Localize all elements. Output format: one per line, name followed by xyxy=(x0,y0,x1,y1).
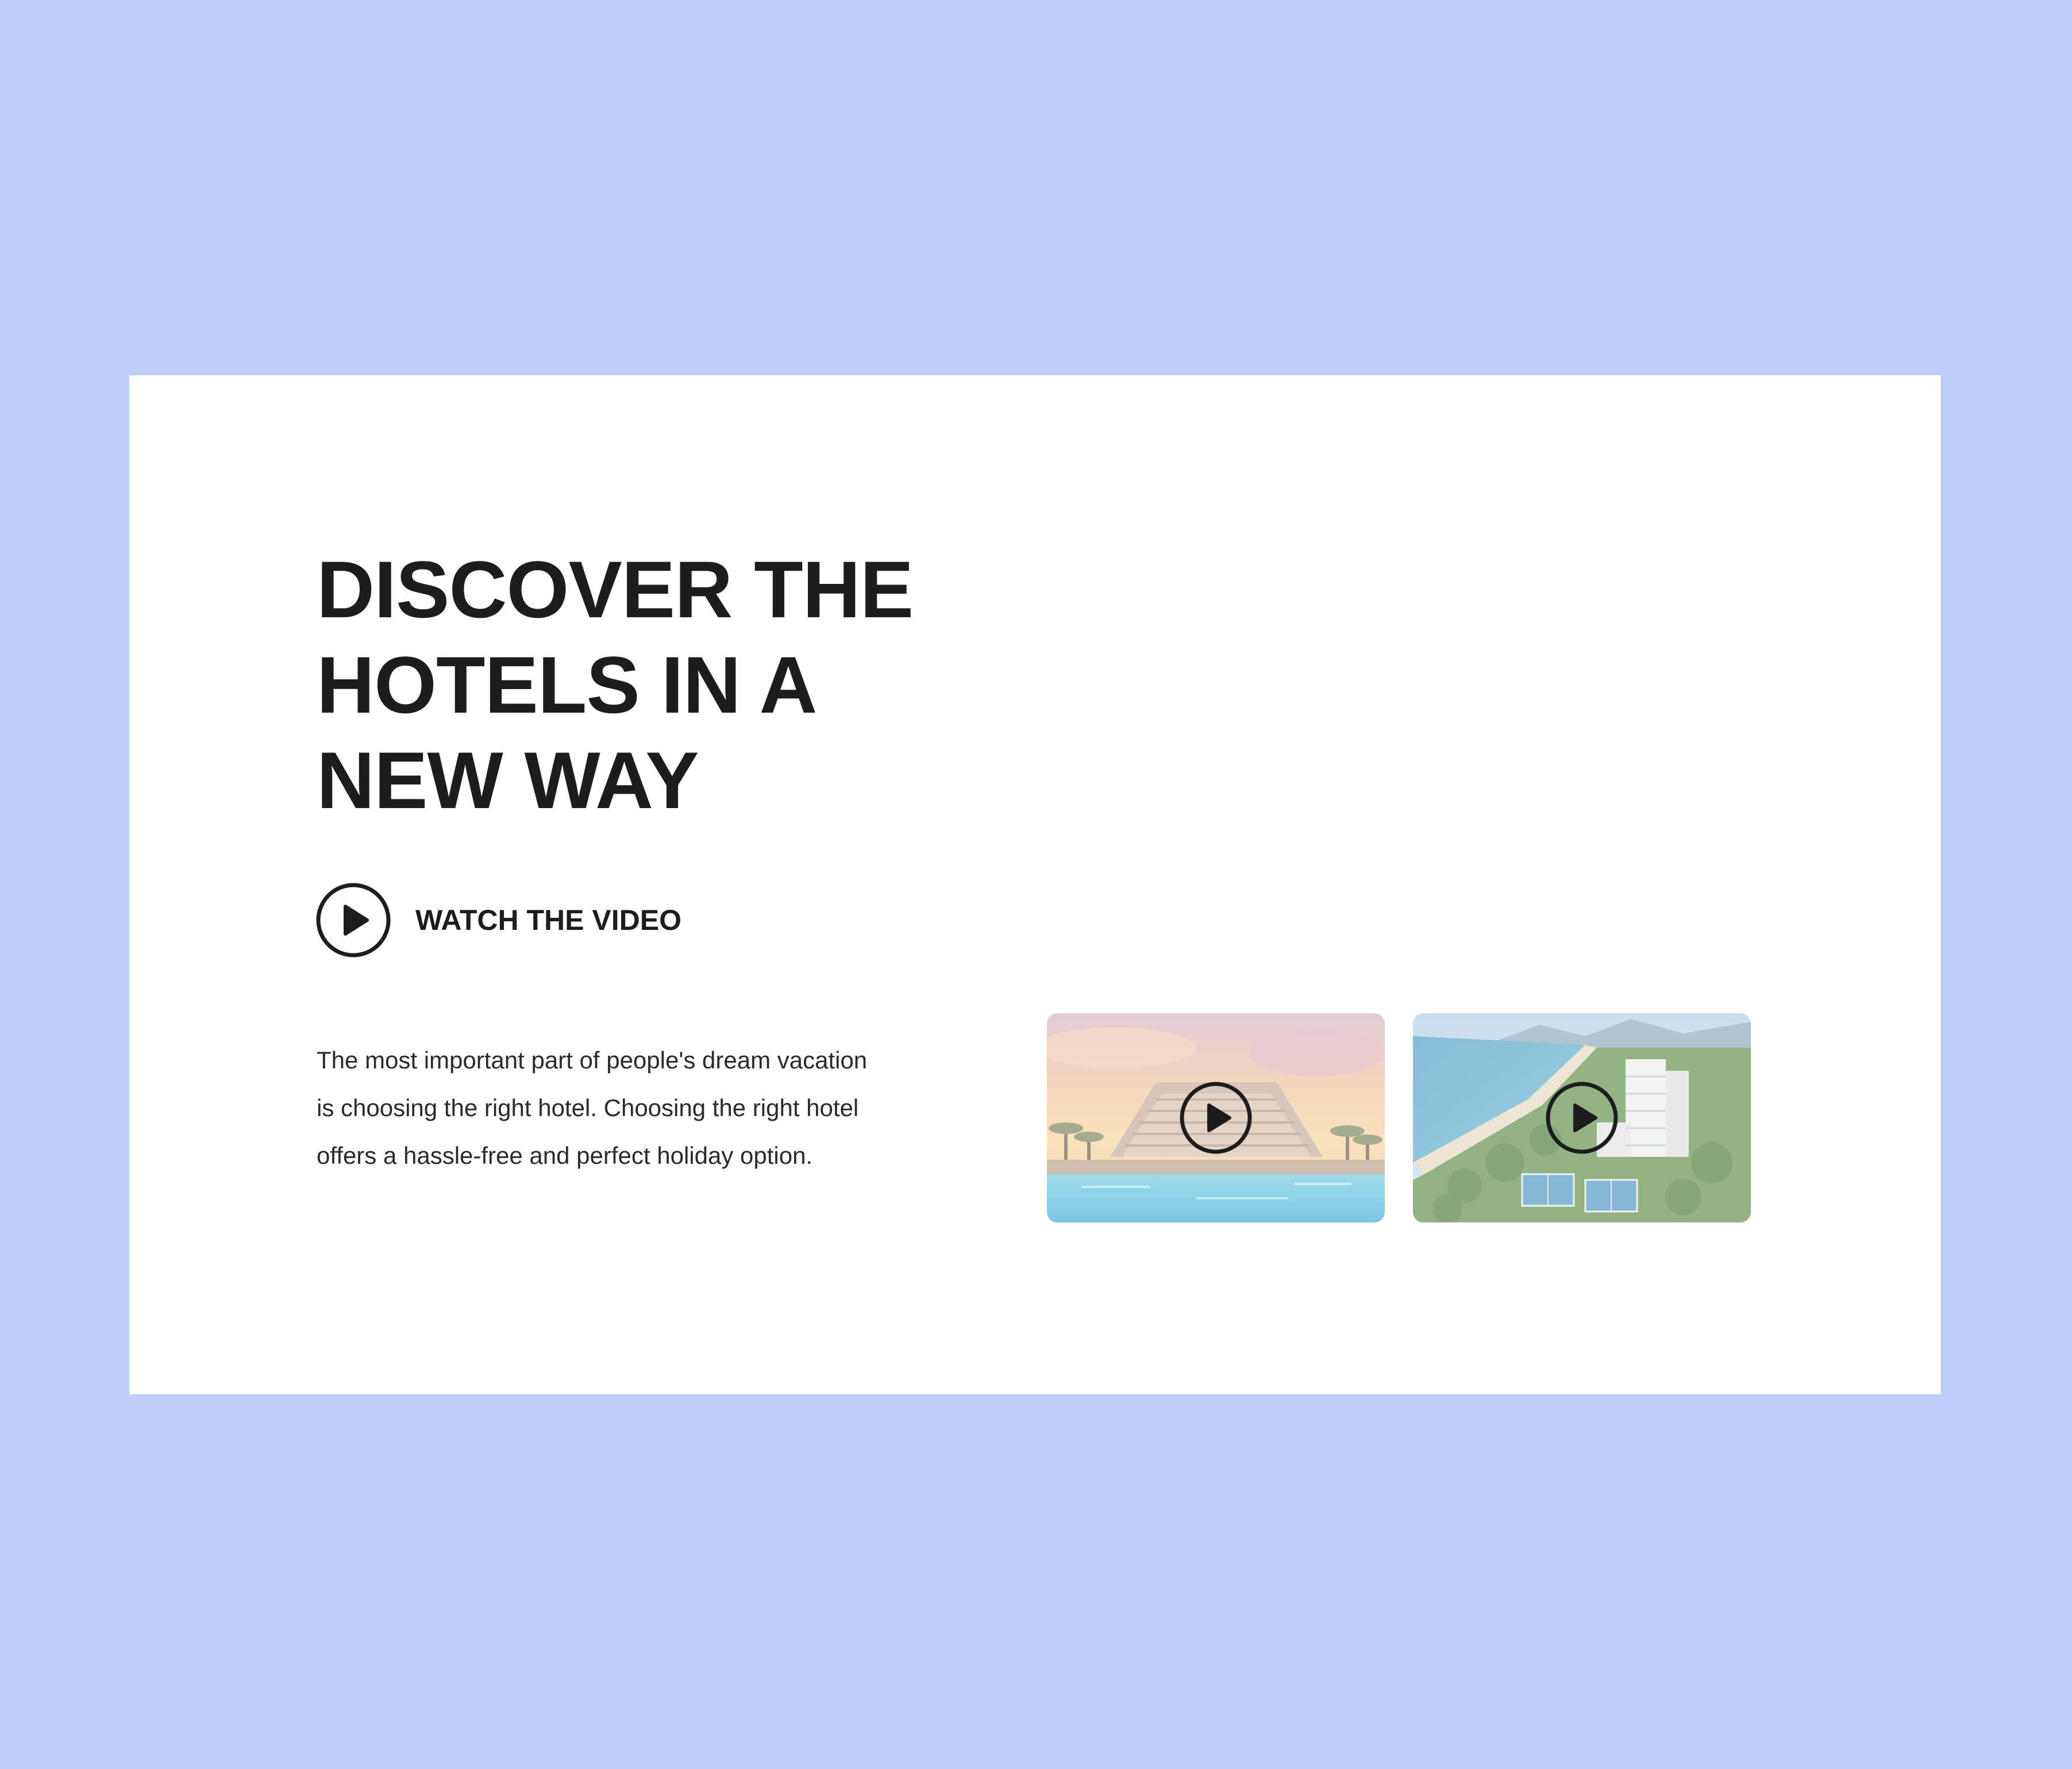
headline-line-1: DISCOVER THE xyxy=(317,544,914,634)
description-line-1: The most important part of people's drea… xyxy=(317,1047,868,1074)
video-thumbnail-resort[interactable] xyxy=(1047,1013,1385,1222)
headline-line-3: NEW WAY xyxy=(317,735,699,825)
play-icon[interactable] xyxy=(1179,1081,1253,1155)
hero-description: The most important part of people's drea… xyxy=(317,1036,949,1179)
video-thumbnail-beach-hotel[interactable] xyxy=(1413,1013,1751,1222)
play-circle-icon xyxy=(316,883,391,957)
description-line-3: offers a hassle-free and perfect holiday… xyxy=(317,1142,813,1169)
hero-card: DISCOVER THE HOTELS IN A NEW WAY WATCH T… xyxy=(129,375,1941,1394)
description-line-2: is choosing the right hotel. Choosing th… xyxy=(317,1094,859,1121)
hero-headline: DISCOVER THE HOTELS IN A NEW WAY xyxy=(317,542,1064,828)
watch-video-label: WATCH THE VIDEO xyxy=(415,904,681,936)
headline-line-2: HOTELS IN A xyxy=(317,640,818,730)
play-icon[interactable] xyxy=(1545,1081,1619,1155)
watch-video-button[interactable]: WATCH THE VIDEO xyxy=(315,882,681,958)
